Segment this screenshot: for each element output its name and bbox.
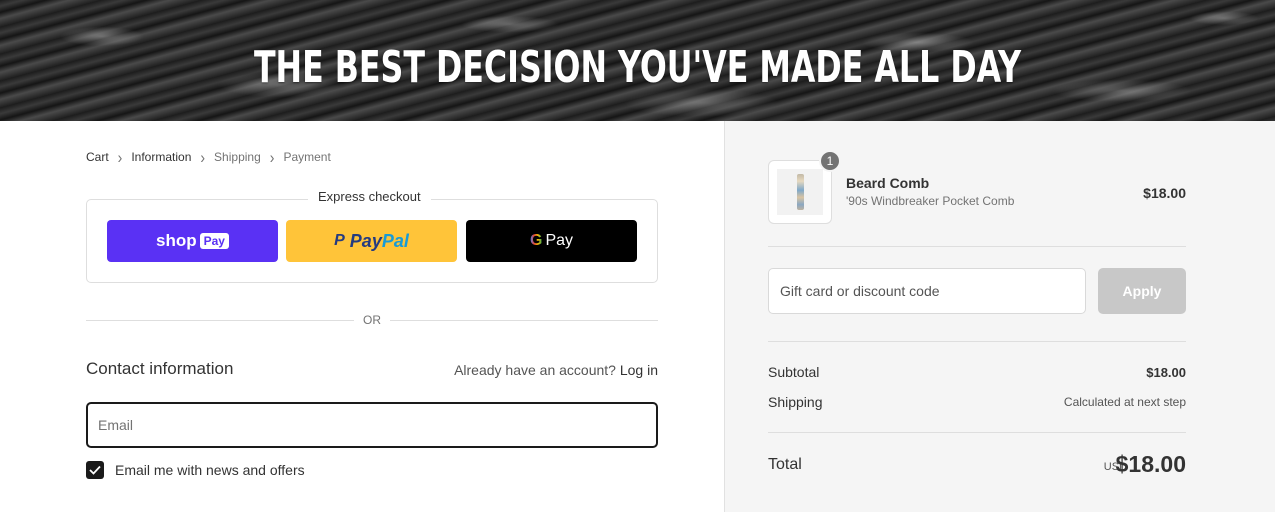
product-variant: '90s Windbreaker Pocket Comb bbox=[846, 194, 1015, 208]
account-prompt: Already have an account? Log in bbox=[454, 362, 658, 378]
google-g-icon: G bbox=[529, 232, 543, 249]
shop-pay-button[interactable]: shop Pay bbox=[107, 220, 278, 262]
hero-title: THE BEST DECISION YOU'VE MADE ALL DAY bbox=[253, 42, 1022, 93]
breadcrumb-shipping: Shipping bbox=[214, 150, 261, 164]
beard-comb-image bbox=[796, 174, 804, 210]
chevron-right-icon: › bbox=[269, 147, 275, 167]
total-label: Total bbox=[768, 456, 802, 473]
total-amount: $18.00 bbox=[1115, 451, 1186, 477]
shipping-value: Calculated at next step bbox=[1063, 395, 1186, 409]
apply-discount-button[interactable]: Apply bbox=[1098, 268, 1186, 314]
summary-divider bbox=[768, 341, 1186, 342]
shop-pay-pill: Pay bbox=[199, 233, 229, 249]
chevron-right-icon: › bbox=[117, 147, 123, 167]
checkmark-icon bbox=[89, 465, 101, 475]
newsletter-checkbox-row[interactable]: Email me with news and offers bbox=[86, 461, 305, 479]
paypal-text-pay: Pay bbox=[349, 230, 382, 251]
breadcrumb-cart[interactable]: Cart bbox=[86, 150, 109, 164]
summary-divider bbox=[768, 432, 1186, 433]
email-field[interactable] bbox=[86, 402, 658, 448]
breadcrumb-information: Information bbox=[131, 150, 192, 164]
contact-information-heading: Contact information bbox=[86, 359, 234, 378]
product-name: Beard Comb bbox=[846, 175, 930, 191]
paypal-button[interactable]: P Pay Pal bbox=[286, 220, 457, 262]
shop-pay-text: shop bbox=[156, 231, 197, 250]
express-checkout-label: Express checkout bbox=[308, 189, 431, 204]
subtotal-value: $18.00 bbox=[1146, 365, 1186, 380]
chevron-right-icon: › bbox=[200, 147, 206, 167]
breadcrumb: Cart › Information › Shipping › Payment bbox=[86, 147, 331, 167]
subtotal-label: Subtotal bbox=[768, 364, 820, 380]
product-image bbox=[777, 169, 823, 215]
account-prompt-text: Already have an account? bbox=[454, 362, 616, 378]
google-pay-button[interactable]: G Pay bbox=[466, 220, 637, 262]
discount-code-input[interactable] bbox=[768, 268, 1086, 314]
newsletter-checkbox[interactable] bbox=[86, 461, 104, 479]
summary-divider bbox=[768, 246, 1186, 247]
paypal-text-pal: Pal bbox=[381, 230, 409, 251]
shipping-label: Shipping bbox=[768, 394, 823, 410]
paypal-logo-icon: P bbox=[334, 232, 345, 249]
or-divider-text: OR bbox=[354, 313, 390, 327]
google-pay-text: Pay bbox=[545, 232, 574, 249]
newsletter-label: Email me with news and offers bbox=[115, 462, 305, 478]
breadcrumb-payment: Payment bbox=[283, 150, 331, 164]
login-link[interactable]: Log in bbox=[620, 362, 658, 378]
quantity-badge: 1 bbox=[819, 150, 841, 172]
hero-banner: THE BEST DECISION YOU'VE MADE ALL DAY bbox=[0, 0, 1275, 121]
product-price: $18.00 bbox=[1143, 185, 1186, 201]
